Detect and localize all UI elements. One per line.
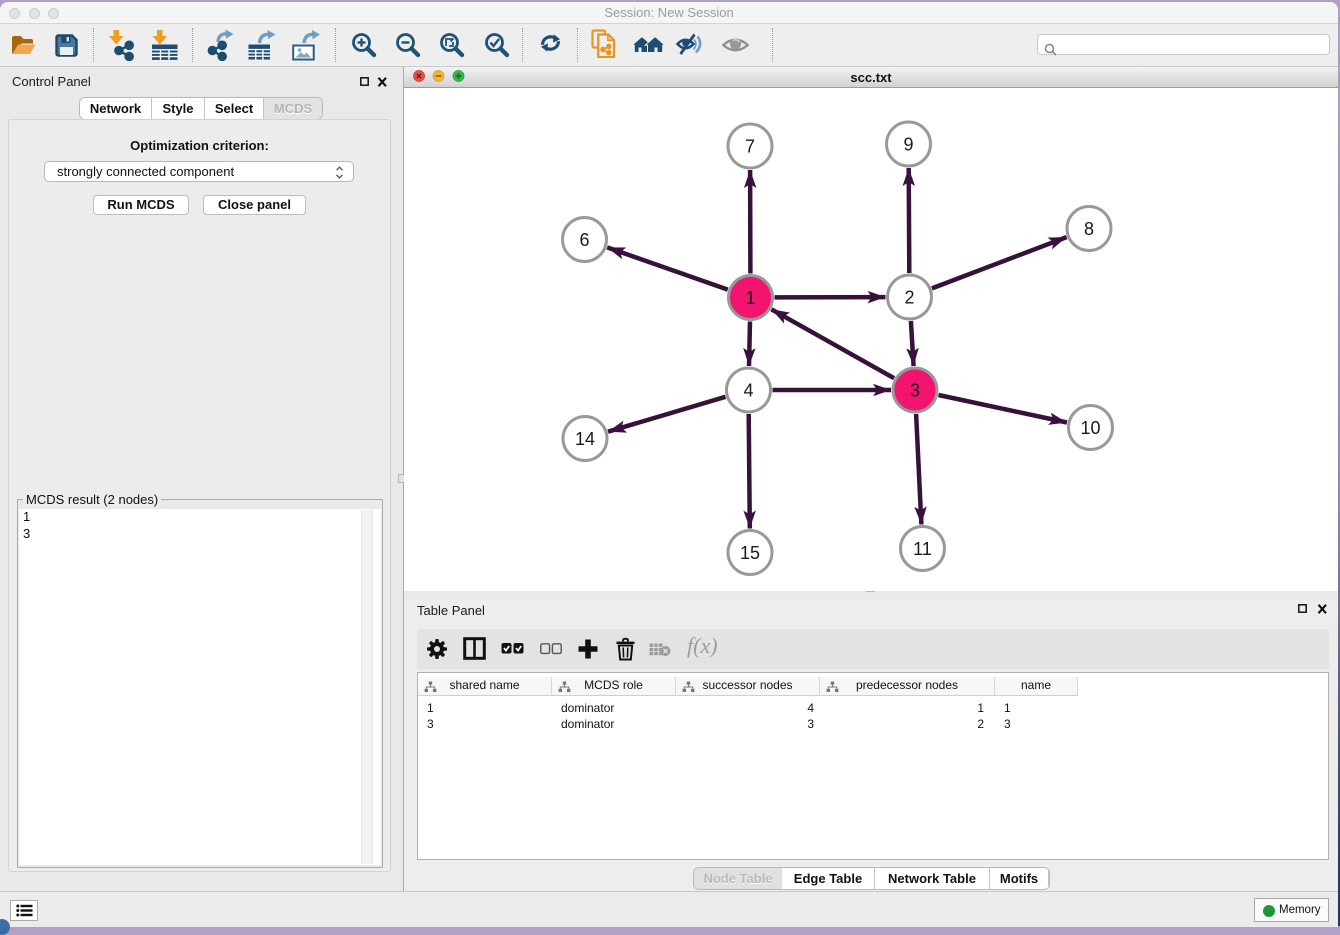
svg-text:15: 15	[740, 543, 760, 563]
svg-text:11: 11	[913, 539, 932, 559]
svg-text:10: 10	[1080, 418, 1100, 438]
svg-text:14: 14	[575, 429, 595, 449]
svg-text:8: 8	[1084, 219, 1094, 239]
svg-text:1: 1	[745, 288, 755, 308]
svg-text:2: 2	[904, 288, 914, 308]
svg-text:3: 3	[910, 381, 920, 401]
svg-text:6: 6	[579, 230, 589, 250]
svg-text:7: 7	[745, 137, 755, 157]
svg-text:9: 9	[903, 135, 913, 155]
svg-text:4: 4	[743, 381, 753, 401]
